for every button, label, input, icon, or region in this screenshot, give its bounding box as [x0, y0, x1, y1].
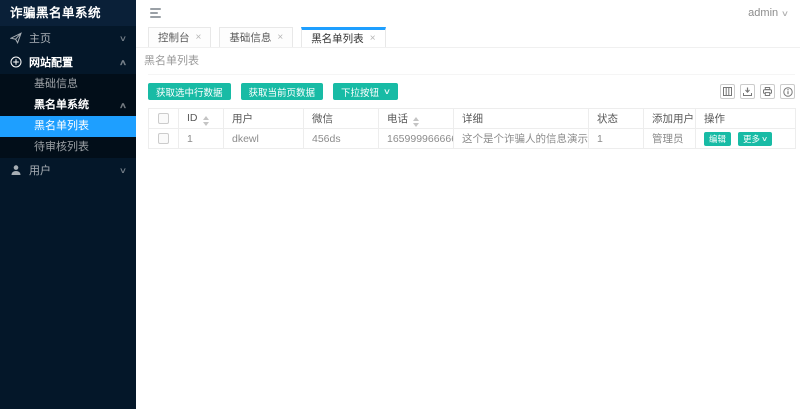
column-header-detail: 详细 [454, 109, 589, 129]
column-header-wechat: 微信 [304, 109, 379, 129]
dropdown-button-label: 下拉按钮 [341, 85, 379, 99]
chevron-down-icon: ∨ [119, 166, 127, 175]
get-current-page-button[interactable]: 获取当前页数据 [241, 83, 324, 100]
row-checkbox[interactable] [158, 133, 169, 144]
column-label: 添加用户 [652, 113, 694, 125]
app-title: 诈骗黑名单系统 [0, 0, 136, 26]
table-row: 1 dkewl 456ds 165999966666 这个是个诈骗人的信息演示 … [149, 129, 796, 149]
tab-console[interactable]: 控制台 × [148, 27, 211, 47]
cell-status: 1 [589, 129, 644, 149]
content-card: 获取选中行数据 获取当前页数据 下拉按钮 ∨ [148, 74, 795, 149]
cell-user: dkewl [224, 129, 304, 149]
column-header-id[interactable]: ID [179, 109, 224, 129]
sidebar-item-label: 网站配置 [29, 54, 73, 70]
sidebar-item-users[interactable]: 用户 ∨ [0, 158, 136, 182]
close-icon[interactable]: × [370, 34, 376, 44]
get-selected-rows-button[interactable]: 获取选中行数据 [148, 83, 231, 100]
breadcrumb: 黑名单列表 [136, 48, 800, 74]
sidebar-item-label: 基础信息 [34, 74, 78, 95]
sidebar-submenu: 基础信息 黑名单系统 ∧ 黑名单列表 待审核列表 [0, 74, 136, 158]
column-label: 详细 [462, 113, 483, 125]
column-label: 微信 [312, 113, 333, 125]
sort-icon[interactable] [413, 117, 419, 127]
chevron-down-icon: ∨ [119, 34, 127, 43]
info-icon[interactable] [780, 84, 795, 99]
chevron-up-icon: ∧ [119, 95, 127, 116]
username: admin [748, 7, 778, 19]
columns-icon[interactable] [720, 84, 735, 99]
tab-label: 控制台 [158, 30, 190, 45]
cell-added-by: 管理员 [644, 129, 696, 149]
sidebar-item-label: 待审核列表 [34, 137, 89, 158]
topbar: admin ∨ [136, 0, 800, 26]
column-header-phone[interactable]: 电话 [379, 109, 454, 129]
sidebar-item-home[interactable]: 主页 ∨ [0, 26, 136, 50]
column-header-actions: 操作 [696, 109, 796, 129]
column-label: 用户 [232, 113, 253, 125]
select-all-checkbox[interactable] [158, 113, 169, 124]
cell-detail: 这个是个诈骗人的信息演示 [454, 129, 589, 149]
blacklist-table: ID 用户 微信 电话 详细 状态 添加用户 操作 [148, 108, 796, 149]
cell-wechat: 456ds [304, 129, 379, 149]
column-label: 状态 [597, 113, 618, 125]
app-window: 诈骗黑名单系统 主页 ∨ 网站配置 ∧ 基础信息 黑名单系统 ∧ 黑名 [0, 0, 800, 409]
edit-button[interactable]: 编辑 [704, 132, 731, 146]
export-icon[interactable] [740, 84, 755, 99]
tab-label: 基础信息 [229, 30, 271, 45]
column-label: 电话 [387, 113, 408, 125]
sidebar-item-blacklist-list[interactable]: 黑名单列表 [0, 116, 136, 137]
sidebar-item-label: 黑名单系统 [34, 95, 89, 116]
sidebar-item-blacklist-system[interactable]: 黑名单系统 ∧ [0, 95, 136, 116]
chevron-down-icon: ∨ [781, 9, 789, 18]
send-icon [10, 32, 22, 44]
dropdown-button[interactable]: 下拉按钮 ∨ [333, 83, 398, 100]
table-tool-icons [720, 84, 795, 99]
table-header-row: ID 用户 微信 电话 详细 状态 添加用户 操作 [149, 109, 796, 129]
main-area: admin ∨ 控制台 × 基础信息 × 黑名单列表 × 黑名单列表 获取选中行… [136, 0, 800, 409]
close-icon[interactable]: × [196, 33, 202, 43]
tab-bar: 控制台 × 基础信息 × 黑名单列表 × [136, 26, 800, 48]
cell-id: 1 [179, 129, 224, 149]
tab-blacklist-list[interactable]: 黑名单列表 × [301, 27, 385, 47]
column-label: 操作 [704, 113, 725, 125]
sidebar-item-label: 黑名单列表 [34, 116, 89, 137]
sidebar-item-basic-info[interactable]: 基础信息 [0, 74, 136, 95]
sidebar-item-pending-review-list[interactable]: 待审核列表 [0, 137, 136, 158]
column-label: ID [187, 112, 198, 124]
sidebar: 诈骗黑名单系统 主页 ∨ 网站配置 ∧ 基础信息 黑名单系统 ∧ 黑名 [0, 0, 136, 409]
circle-plus-icon [10, 56, 22, 68]
chevron-down-icon: ∨ [761, 135, 768, 143]
user-menu[interactable]: admin ∨ [748, 7, 788, 19]
chevron-up-icon: ∧ [119, 58, 127, 67]
tab-label: 黑名单列表 [311, 31, 364, 46]
more-button-label: 更多 [743, 133, 760, 145]
close-icon[interactable]: × [277, 33, 283, 43]
collapse-sidebar-icon[interactable] [148, 6, 163, 20]
cell-actions: 编辑 更多 ∨ [696, 129, 796, 149]
print-icon[interactable] [760, 84, 775, 99]
sort-icon[interactable] [203, 116, 209, 126]
user-icon [10, 164, 22, 176]
column-header-user: 用户 [224, 109, 304, 129]
sidebar-item-site-config[interactable]: 网站配置 ∧ [0, 50, 136, 74]
sidebar-item-label: 主页 [29, 30, 51, 46]
more-button[interactable]: 更多 ∨ [738, 132, 772, 146]
chevron-down-icon: ∨ [383, 87, 391, 96]
table-toolbar: 获取选中行数据 获取当前页数据 下拉按钮 ∨ [148, 83, 795, 100]
column-header-added-by: 添加用户 [644, 109, 696, 129]
column-header-status: 状态 [589, 109, 644, 129]
cell-phone: 165999966666 [379, 129, 454, 149]
sidebar-item-label: 用户 [29, 162, 51, 178]
tab-basic-info[interactable]: 基础信息 × [219, 27, 293, 47]
